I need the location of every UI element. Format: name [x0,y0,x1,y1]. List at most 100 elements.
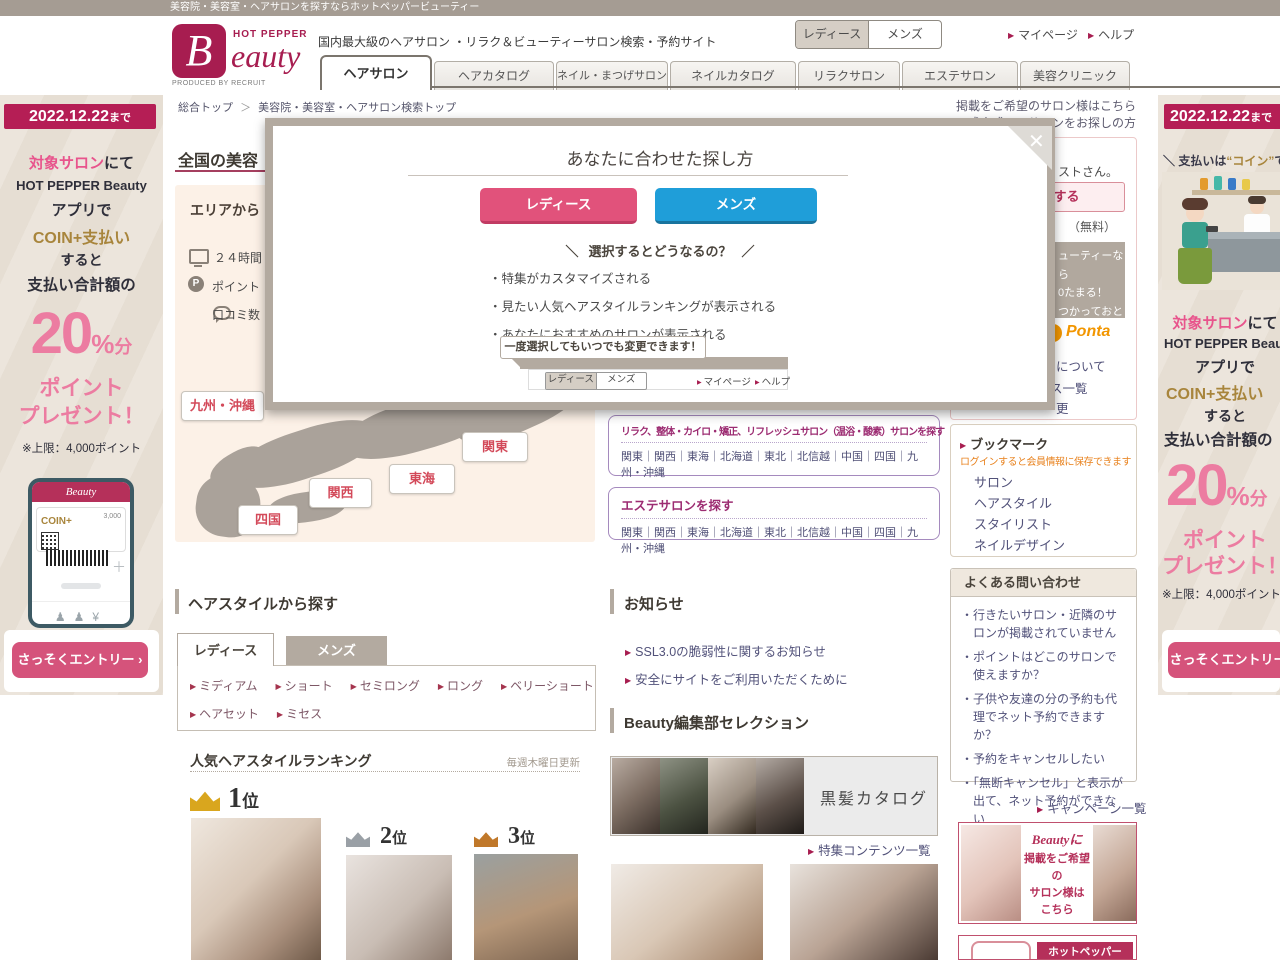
link-medium[interactable]: ミディアム [190,679,257,693]
rank-2-label: 2位 [380,823,407,850]
relax-salon-title[interactable]: リラク、整体・カイロ・矯正、リフレッシュサロン（温浴・酸素）サロンを探す [621,423,927,443]
rank-2-num: 2 [380,823,392,849]
gender-toggle-mens[interactable]: メンズ [869,21,941,48]
link-veryshort[interactable]: ベリーショート [501,679,594,693]
brand-logo[interactable]: B [172,24,226,78]
close-icon[interactable]: ✕ [1028,129,1045,154]
region-button-kyushu[interactable]: 九州・沖縄 [181,391,264,421]
ad-brand-line: HOT PEPPER Beauty [0,178,163,193]
mypage-link[interactable]: マイページ [1008,26,1078,43]
editorial-title: Beauty編集部セレクション [624,712,809,733]
modal-ladies-button[interactable]: レディース [480,188,637,224]
news-title: お知らせ [624,593,684,614]
feature-point: ポイント [212,278,260,295]
bookmark-title: ブックマーク [960,434,1048,453]
ranking-3-photo[interactable] [474,854,578,960]
editorial-photo-2 [660,758,708,834]
rank-1-label: 1位 [228,783,259,815]
link-hairset[interactable]: ヘアセット [190,707,259,721]
tagline-coin: “コイン” [1226,154,1274,168]
ad-percent-num: 20 [31,301,92,366]
register-free-label[interactable]: （無料） [1068,218,1116,235]
faq-item[interactable]: 予約をキャンセルしたい [961,750,1128,768]
bookmark-salon[interactable]: サロン [974,472,1013,491]
promo-line: ューティーなら [1058,247,1125,284]
banner-line3: こちら [1021,902,1093,919]
sidebar-link-fragment[interactable]: 更 [1056,398,1069,417]
este-salon-title[interactable]: エステサロンを探す [621,495,927,519]
area-search-title: エリアから [190,200,260,220]
editorial-banner[interactable]: 黒髪カタログ [610,756,938,836]
qr-code-icon [41,532,59,550]
ad-target-line: 対象サロンにて [1160,312,1280,333]
mini-toggle-ladies: レディース [546,373,597,389]
help-link[interactable]: ヘルプ [1088,26,1134,43]
app-banner-text: ホットペッパー ビューティーの [1037,942,1133,960]
app-banner[interactable]: ホットペッパー ビューティーの [958,935,1137,960]
banner-photo-right [1093,825,1136,921]
region-button-kanto[interactable]: 関東 [462,432,528,462]
ad-target-line: 対象サロンにて [0,152,163,173]
feature-contents-link[interactable]: 特集コンテンツ一覧 [808,840,938,859]
faq-item[interactable]: 行きたいサロン・近隣のサロンが掲載されていません [961,606,1128,642]
ad-then-line: すると [0,250,163,270]
phone-icon-row: ♟♟¥ [32,601,130,624]
faq-item[interactable]: ポイントはどこのサロンで使えますか？ [961,648,1128,684]
region-button-kansai[interactable]: 関西 [309,478,372,508]
news-item-safety[interactable]: 安全にサイトをご利用いただくために [625,669,848,688]
link-short[interactable]: ショート [275,679,332,693]
mini-toggle-mens: メンズ [597,373,647,389]
ad-coin-line: COIN+支払い [0,224,163,248]
hairstyle-tab-mens[interactable]: メンズ [286,636,387,666]
bookmark-stylist[interactable]: スタイリスト [974,514,1052,533]
salon-counter-illustration [1162,172,1280,290]
sidebar-link-fragment[interactable]: ス一覧 [1050,378,1088,397]
modal-mens-button[interactable]: メンズ [655,188,817,224]
sidebar-link-fragment[interactable]: について [1056,356,1106,375]
entry-button-label: さっそくエントリー [18,652,135,667]
breadcrumb-home[interactable]: 総合トップ [178,102,233,114]
link-mrs[interactable]: ミセス [277,707,322,721]
faq-item[interactable]: 子供や友達の分の予約も代理でネット予約できますか？ [961,690,1128,744]
campaign-list-link[interactable]: キャンペーン一覧 [1037,798,1147,817]
ranking-2-photo[interactable] [346,855,452,960]
salon-listing-request-link[interactable]: 掲載をご希望のサロン様はこちら [836,97,1136,114]
deadline-suffix: まで [1250,112,1272,124]
modal-question-text: 選択するとどうなるの？ [588,244,731,259]
ad-target-suffix: にて [1248,315,1278,332]
deadline-date: 2022.12.22 [29,108,109,125]
link-long[interactable]: ロング [438,679,483,693]
editorial-photo-1 [612,758,660,834]
este-region-links[interactable]: 関東｜関西｜東海｜北海道｜東北｜北信越｜中国｜四国｜九州・沖縄 [621,524,927,556]
hot-pepper-beauty-top-page: 美容院・美容室・ヘアサロンを探すならホットペッパービューティー B HOT PE… [0,0,1280,960]
ranking-1-photo[interactable] [191,818,321,960]
ad-brand-line: HOT PEPPER Beauty [1160,336,1280,351]
relax-region-links[interactable]: 関東｜関西｜東海｜北海道｜東北｜北信越｜中国｜四国｜九州・沖縄 [621,448,927,480]
ad-percent-line: 20%分 [0,300,163,367]
editorial-photo-3 [708,758,756,834]
feature-photo-2[interactable] [790,864,938,960]
slash-left-icon: ＼ [565,244,578,259]
bookmark-naildesign[interactable]: ネイルデザイン [974,535,1065,554]
hairstyle-tab-ladies[interactable]: レディース [177,633,274,666]
feature-photo-1[interactable] [611,864,763,960]
region-button-tokai[interactable]: 東海 [389,464,455,494]
entry-button-right[interactable]: さっそくエントリー [1168,642,1280,678]
entry-button-left[interactable]: さっそくエントリー › [12,642,148,678]
news-item-ssl[interactable]: SSL3.0の脆弱性に関するお知らせ [625,641,826,660]
gender-toggle-ladies[interactable]: レディース [796,21,869,48]
rank-2-suffix: 位 [392,830,407,847]
listing-request-banner[interactable]: Beautyに 掲載をご希望の サロン様は こちら [958,822,1137,924]
region-button-shikoku[interactable]: 四国 [238,505,298,535]
section-accent-bar [610,708,614,733]
bookmark-hairstyle[interactable]: ヘアスタイル [974,493,1052,512]
phone-beauty-logo: Beauty [32,482,130,502]
deadline-suffix: まで [109,112,131,124]
rank-1-suffix: 位 [242,792,259,811]
hairstyle-links-row1: ミディアムショートセミロングロングベリーショート [190,677,590,695]
modal-bullet: 特集がカスタマイズされる [489,268,776,287]
link-semilong[interactable]: セミロング [351,679,420,693]
ad-percent-suffix: 分 [114,337,132,357]
tab-hair-salon[interactable]: ヘアサロン [320,55,432,90]
ad-limit-line: ※上限：4,000ポイント [1160,586,1280,602]
